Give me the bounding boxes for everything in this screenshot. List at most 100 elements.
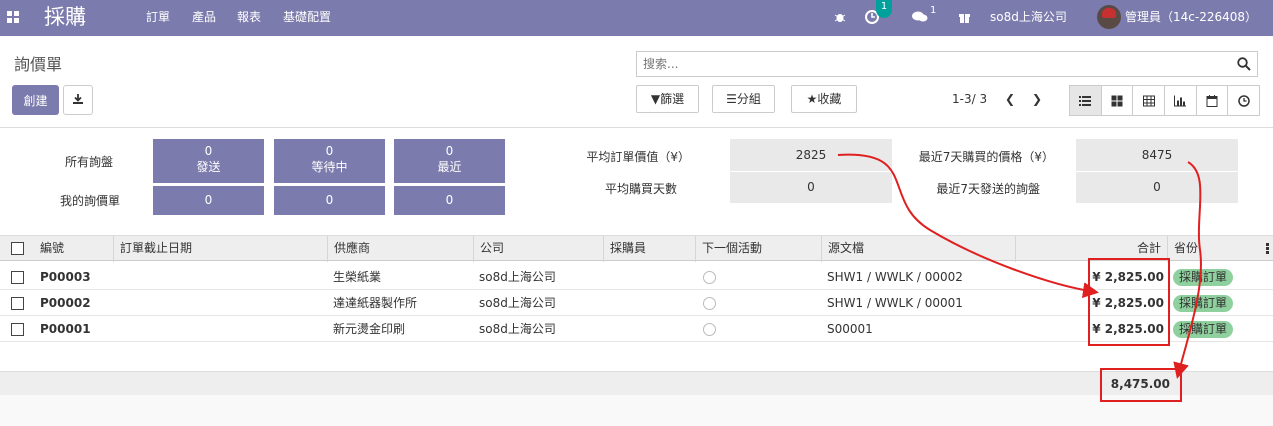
tile-my-waiting[interactable]: 0 (274, 186, 385, 215)
menu-reports[interactable]: 報表 (237, 0, 261, 36)
row-reference: P00001 (40, 322, 91, 336)
annotation-grand-total-box (1100, 368, 1182, 402)
column-company[interactable]: 公司 (474, 236, 604, 262)
all-rfq-label: 所有詢盤 (64, 155, 113, 169)
avg-order-value-label: 平均訂單價值（¥） (586, 150, 690, 164)
groupby-bars-icon: ☰ (726, 92, 737, 106)
page-title: 詢價單 (14, 55, 63, 74)
avg-days-label: 平均購買天數 (604, 182, 677, 196)
tile-my-to-send[interactable]: 0 (153, 186, 264, 215)
column-status[interactable]: 省份 (1168, 236, 1273, 262)
status-badge: 採購訂單 (1173, 321, 1234, 338)
activity-counter-badge: 1 (876, 0, 892, 18)
row-vendor: 達達紙器製作所 (333, 296, 418, 310)
table-footer-totals: 8,475.00 (0, 371, 1273, 395)
messages-icon[interactable] (912, 10, 928, 24)
tile-to-send[interactable]: 0 發送 (153, 139, 264, 183)
table-row[interactable]: P00002 達達紙器製作所 so8d上海公司 SHW1 / WWLK / 00… (0, 290, 1273, 316)
column-buyer[interactable]: 採購員 (604, 236, 696, 262)
search-input[interactable] (643, 52, 1233, 76)
column-source-document[interactable]: 源文檔 (822, 236, 1016, 262)
top-navbar: 採購 訂單 產品 報表 基礎配置 1 1 so8d上海公司 管理員（14c-22… (0, 0, 1273, 36)
table-header: 編號 訂單截止日期 供應商 公司 採購員 下一個活動 源文檔 合計 省份 (0, 235, 1273, 262)
messages-counter: 1 (930, 5, 937, 16)
row-source: S00001 (827, 322, 873, 336)
activity-clock-icon[interactable] (703, 271, 716, 284)
tile-waiting[interactable]: 0 等待中 (274, 139, 385, 183)
pager-value[interactable]: 1-3/ 3 (952, 85, 987, 113)
favorites-button[interactable]: ★收藏 (791, 85, 857, 113)
row-checkbox[interactable] (11, 323, 24, 336)
last7-sent-value: 0 (1076, 172, 1238, 203)
table-row[interactable]: P00003 生榮紙業 so8d上海公司 SHW1 / WWLK / 00002… (0, 264, 1273, 290)
row-source: SHW1 / WWLK / 00002 (827, 270, 963, 284)
table-row[interactable]: P00001 新元燙金印刷 so8d上海公司 S00001 ¥ 2,825.00… (0, 316, 1273, 342)
clock-icon (1237, 94, 1250, 107)
download-icon (73, 93, 83, 104)
create-button[interactable]: 創建 (12, 85, 59, 115)
avg-order-value: 2825 (730, 139, 892, 171)
pivot-view-button[interactable] (1133, 86, 1166, 115)
view-switcher (1069, 85, 1260, 116)
row-company: so8d上海公司 (479, 322, 556, 336)
bug-icon[interactable] (834, 11, 846, 23)
calendar-icon (1206, 94, 1218, 107)
search-box[interactable] (636, 51, 1258, 77)
user-avatar[interactable] (1097, 5, 1121, 29)
list-view-button[interactable] (1070, 86, 1102, 115)
row-checkbox[interactable] (11, 297, 24, 310)
my-rfq-label: 我的詢價單 (59, 194, 120, 208)
column-deadline[interactable]: 訂單截止日期 (114, 236, 328, 262)
status-badge: 採購訂單 (1173, 269, 1234, 286)
company-switcher[interactable]: so8d上海公司 (990, 0, 1067, 36)
groupby-button[interactable]: ☰分組 (712, 85, 775, 113)
activity-clock-icon[interactable] (703, 323, 716, 336)
avg-days-value: 0 (730, 172, 892, 203)
search-icon[interactable] (1237, 57, 1251, 71)
row-vendor: 新元燙金印刷 (333, 322, 406, 336)
row-reference: P00002 (40, 296, 91, 310)
row-source: SHW1 / WWLK / 00001 (827, 296, 963, 310)
annotation-total-column-box (1088, 258, 1170, 346)
column-vendor[interactable]: 供應商 (328, 236, 474, 262)
tile-late[interactable]: 0 最近 (394, 139, 505, 183)
menu-products[interactable]: 產品 (192, 0, 216, 36)
control-panel-divider (0, 127, 1273, 128)
filter-funnel-icon: ▼ (650, 92, 661, 106)
row-company: so8d上海公司 (479, 296, 556, 310)
calendar-view-button[interactable] (1196, 86, 1229, 115)
gift-icon[interactable] (958, 10, 971, 23)
menu-orders[interactable]: 訂單 (146, 0, 170, 36)
last7-purchased-value: 8475 (1076, 139, 1238, 171)
bar-chart-icon (1174, 95, 1187, 106)
row-vendor: 生榮紙業 (333, 270, 382, 284)
filters-button[interactable]: ▼篩選 (636, 85, 699, 113)
column-options-icon[interactable] (1266, 243, 1269, 255)
graph-view-button[interactable] (1165, 86, 1197, 115)
select-all-checkbox[interactable] (11, 242, 24, 255)
table-grid-icon (1142, 95, 1155, 106)
column-next-activity[interactable]: 下一個活動 (696, 236, 822, 262)
pager-previous-icon[interactable]: ❮ (1000, 85, 1020, 113)
activity-view-button[interactable] (1228, 86, 1260, 115)
kanban-view-button[interactable] (1101, 86, 1134, 115)
user-menu[interactable]: 管理員（14c-226408） (1125, 0, 1257, 36)
apps-grid-icon[interactable] (7, 11, 19, 23)
last7-sent-label: 最近7天發送的詢盤 (936, 182, 1040, 196)
last7-purchased-label: 最近7天購買的價格（¥） (918, 150, 1054, 164)
empty-area (0, 395, 1273, 426)
app-brand[interactable]: 採購 (44, 2, 86, 32)
row-company: so8d上海公司 (479, 270, 556, 284)
download-button[interactable] (63, 85, 93, 115)
pager-next-icon[interactable]: ❯ (1027, 85, 1047, 113)
kanban-icon (1111, 95, 1123, 106)
menu-configuration[interactable]: 基礎配置 (283, 0, 331, 36)
row-reference: P00003 (40, 270, 91, 284)
star-icon: ★ (806, 92, 818, 106)
column-reference[interactable]: 編號 (34, 236, 114, 262)
row-checkbox[interactable] (11, 271, 24, 284)
tile-my-late[interactable]: 0 (394, 186, 505, 215)
list-icon (1079, 95, 1092, 106)
activity-clock-icon[interactable] (703, 297, 716, 310)
status-badge: 採購訂單 (1173, 295, 1234, 312)
